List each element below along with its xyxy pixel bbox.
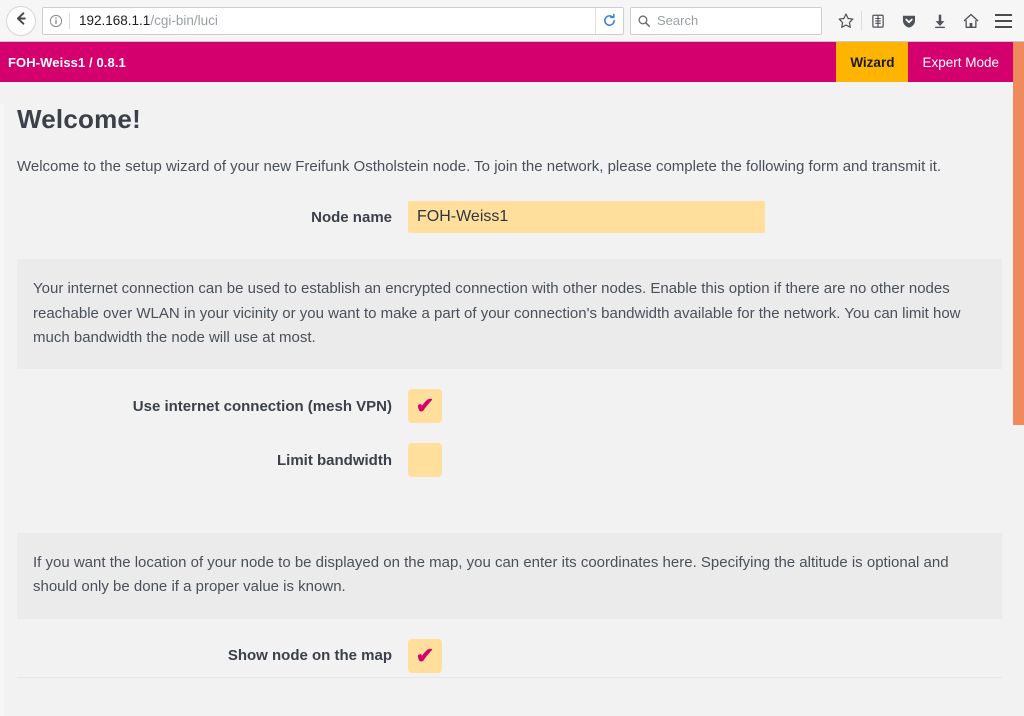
checkmark-icon: ✔ [415, 642, 435, 668]
tab-expert-mode[interactable]: Expert Mode [908, 42, 1013, 82]
show-on-map-checkbox[interactable]: ✔ [408, 638, 442, 673]
browser-action-buttons [830, 6, 1024, 36]
tab-wizard[interactable]: Wizard [836, 42, 909, 82]
scrollbar-track-lower[interactable] [1013, 425, 1024, 716]
use-internet-label: Use internet connection (mesh VPN) [132, 397, 392, 415]
site-header-bar: FOH-Weiss1 / 0.8.1 Wizard Expert Mode [0, 42, 1013, 82]
limit-bandwidth-checkbox[interactable] [408, 443, 442, 478]
use-internet-row: Use internet connection (mesh VPN) ✔ [17, 389, 1002, 424]
checkmark-icon: ✔ [415, 393, 435, 419]
location-info-box: If you want the location of your node to… [17, 533, 1002, 619]
site-brand: FOH-Weiss1 / 0.8.1 [8, 54, 126, 70]
search-bar[interactable]: Search [630, 6, 822, 35]
pocket-shield-icon[interactable] [893, 6, 924, 36]
page-info-icon[interactable] [43, 8, 69, 34]
scrollbar-thumb[interactable] [1013, 42, 1024, 425]
url-host: 192.168.1.1 [79, 13, 151, 28]
library-icon[interactable] [862, 6, 893, 36]
node-name-row: Node name [17, 201, 1002, 234]
use-internet-checkbox[interactable]: ✔ [408, 389, 442, 424]
vertical-scrollbar[interactable] [1013, 42, 1024, 716]
show-on-map-row: Show node on the map ✔ [17, 638, 1002, 673]
limit-bandwidth-row: Limit bandwidth [17, 443, 1002, 478]
section-divider [17, 676, 1002, 678]
home-icon[interactable] [955, 6, 986, 36]
tab-expert-mode-label: Expert Mode [922, 54, 999, 70]
search-placeholder-text: Search [657, 13, 699, 28]
arrow-left-icon [14, 11, 29, 31]
menu-hamburger-icon[interactable] [986, 6, 1020, 36]
page-content: Welcome! Welcome to the setup wizard of … [0, 104, 1013, 716]
downloads-icon[interactable] [924, 6, 955, 36]
tab-wizard-label: Wizard [850, 54, 895, 70]
vpn-info-box: Your internet connection can be used to … [17, 259, 1002, 370]
left-edge-strip [0, 104, 4, 716]
bookmark-star-icon[interactable] [830, 6, 861, 36]
limit-bandwidth-label: Limit bandwidth [277, 451, 392, 469]
url-bar[interactable]: 192.168.1.1/cgi-bin/luci [42, 6, 624, 35]
page-viewport: FOH-Weiss1 / 0.8.1 Wizard Expert Mode We… [0, 42, 1024, 716]
browser-toolbar: 192.168.1.1/cgi-bin/luci Search [0, 0, 1024, 42]
url-path: /cgi-bin/luci [150, 13, 218, 28]
node-name-input[interactable] [408, 201, 765, 234]
url-text: 192.168.1.1/cgi-bin/luci [70, 13, 595, 28]
back-button[interactable] [6, 5, 36, 36]
reload-icon[interactable] [595, 7, 623, 34]
show-on-map-label: Show node on the map [227, 647, 392, 665]
node-name-label: Node name [311, 208, 392, 226]
page-title: Welcome! [17, 104, 141, 134]
search-icon [631, 8, 657, 34]
intro-paragraph: Welcome to the setup wizard of your new … [17, 158, 942, 175]
